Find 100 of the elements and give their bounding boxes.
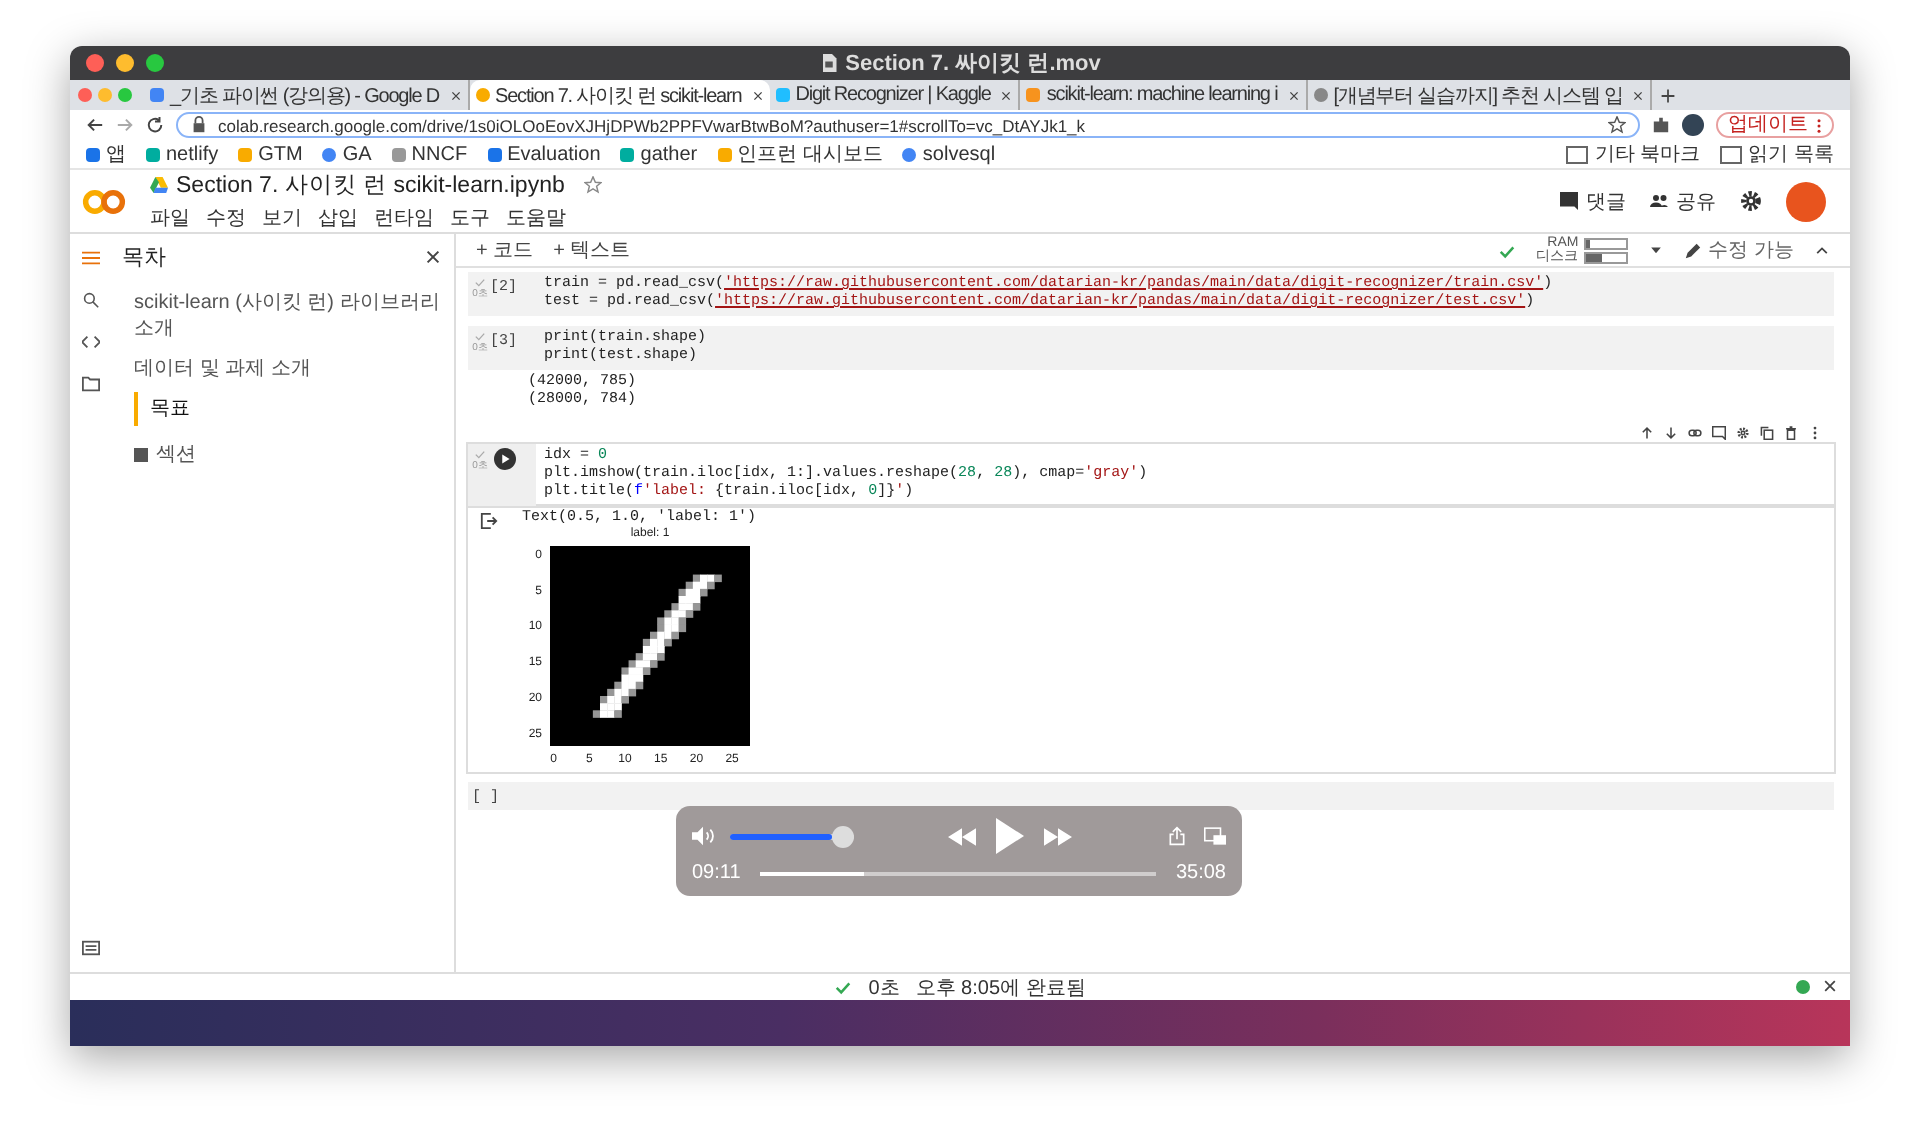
browser-tab[interactable]: _기초 파이썬 (강의용) - Google D (144, 80, 470, 110)
more-icon (1816, 117, 1822, 133)
new-tab-icon[interactable] (1660, 87, 1677, 103)
star-icon[interactable] (584, 176, 603, 194)
output-icon[interactable] (480, 512, 498, 530)
add-text-button[interactable]: + 텍스트 (553, 236, 631, 264)
close-tab-icon[interactable] (449, 89, 462, 101)
update-button[interactable]: 업데이트 (1716, 112, 1834, 138)
share-icon[interactable] (1166, 826, 1188, 846)
star-icon[interactable] (1608, 116, 1626, 134)
browser-tab[interactable]: scikit-learn: machine learning i (1020, 80, 1308, 110)
fast-forward-icon[interactable] (1044, 827, 1072, 845)
site-icon (475, 88, 490, 102)
rewind-icon[interactable] (948, 827, 976, 845)
close-tab-icon[interactable] (1000, 89, 1013, 101)
close-tab-icon[interactable] (1287, 89, 1300, 101)
address-bar[interactable]: colab.research.google.com/drive/1s0iOLOoEovXJHjDPWb2PPFVwarBtwBoM?authuser=1#scrollTo=vc_DtAYJk1_k (176, 112, 1640, 138)
bookmark-item[interactable]: gather (620, 143, 698, 165)
bookmark-item[interactable]: GTM (238, 143, 303, 165)
elapsed-time: 09:11 (692, 862, 741, 884)
site-icon (775, 88, 790, 102)
back-icon[interactable] (86, 116, 104, 134)
people-icon (1650, 192, 1668, 210)
bookmark-folder[interactable]: 기타 북마크 (1566, 140, 1701, 168)
bookmark-item[interactable]: 앱 (86, 140, 126, 168)
check-icon (834, 978, 853, 996)
document-icon (819, 54, 838, 72)
menu-item[interactable]: 도움말 (506, 204, 566, 232)
notebook-title[interactable]: Section 7. 사이킷 런 scikit-learn.ipynb (176, 170, 565, 200)
comment-icon[interactable] (1712, 426, 1726, 440)
more-icon[interactable] (1808, 426, 1822, 440)
close-icon[interactable] (424, 247, 442, 265)
site-icon (1313, 88, 1328, 102)
picture-in-picture-icon[interactable] (1204, 826, 1226, 846)
copy-icon[interactable] (1760, 426, 1774, 440)
toc-item[interactable]: scikit-learn (사이킷 런) 라이브러리 소개 (122, 286, 442, 346)
link-icon[interactable] (1688, 426, 1702, 440)
menu-item[interactable]: 수정 (206, 204, 246, 232)
volume-icon[interactable] (692, 826, 714, 846)
browser-tab[interactable]: Digit Recognizer | Kaggle (769, 80, 1021, 110)
caret-icon[interactable] (1648, 242, 1665, 258)
share-button[interactable]: 공유 (1650, 187, 1716, 215)
add-section-button[interactable]: 섹션 (122, 432, 208, 476)
collapse-icon[interactable] (1814, 242, 1830, 258)
play-icon[interactable] (996, 818, 1024, 854)
comment-icon (1560, 192, 1578, 210)
drive-icon (150, 176, 168, 194)
move-down-icon[interactable] (1664, 426, 1678, 440)
add-code-button[interactable]: + 코드 (476, 236, 534, 264)
toc-item[interactable]: 데이터 및 과제 소개 (122, 352, 442, 386)
settings-icon[interactable] (1736, 426, 1750, 440)
run-cell-button[interactable] (494, 448, 516, 470)
bookmark-item[interactable]: Evaluation (487, 143, 601, 165)
check-icon (1498, 241, 1517, 259)
check-icon (474, 330, 486, 342)
bookmark-item[interactable]: NNCF (391, 143, 468, 165)
status-message: 오후 8:05에 완료됨 (915, 975, 1086, 1001)
search-icon[interactable] (81, 292, 99, 308)
pencil-icon (1684, 241, 1703, 259)
code-cell[interactable] (468, 272, 1834, 316)
toc-item[interactable]: 목표 (134, 392, 442, 426)
menu-item[interactable]: 보기 (262, 204, 302, 232)
menu-item[interactable]: 도구 (450, 204, 490, 232)
check-icon (474, 276, 486, 288)
lock-icon (190, 116, 208, 134)
volume-slider-fill[interactable] (730, 833, 832, 839)
colab-logo-icon[interactable] (82, 187, 126, 215)
bookmark-item[interactable]: netlify (146, 143, 219, 165)
browser-tab[interactable]: [개념부터 실습까지] 추천 시스템 입 (1307, 80, 1653, 110)
settings-icon[interactable] (1740, 190, 1762, 212)
connection-dot-icon (1796, 980, 1810, 994)
menu-icon[interactable] (81, 250, 99, 266)
menu-item[interactable]: 삽입 (318, 204, 358, 232)
browser-tab[interactable]: Section 7. 사이킷 런 scikit-learn (469, 80, 770, 110)
delete-icon[interactable] (1784, 426, 1798, 440)
site-icon (150, 88, 164, 102)
close-tab-icon[interactable] (1632, 89, 1645, 101)
menu-item[interactable]: 파일 (150, 204, 190, 232)
code-icon[interactable] (81, 334, 99, 350)
bookmark-item[interactable]: GA (322, 143, 372, 165)
menu-item[interactable]: 런타임 (374, 204, 434, 232)
site-icon (1026, 88, 1041, 102)
bookmark-item[interactable]: 인프런 대시보드 (717, 140, 883, 168)
folder-icon[interactable] (81, 376, 99, 392)
window-title: Section 7. 싸이킷 런.mov (845, 50, 1101, 78)
sidebar-title: 목차 (122, 243, 166, 271)
comment-button[interactable]: 댓글 (1560, 187, 1626, 215)
move-up-icon[interactable] (1640, 426, 1654, 440)
reload-icon[interactable] (146, 116, 164, 134)
close-icon[interactable] (1822, 978, 1838, 994)
bookmark-folder[interactable]: 읽기 목록 (1720, 140, 1834, 168)
puzzle-icon[interactable] (1652, 116, 1670, 134)
profile-avatar[interactable] (1682, 114, 1704, 136)
terminal-icon[interactable] (81, 940, 99, 956)
volume-slider-thumb[interactable] (831, 825, 854, 847)
total-time: 35:08 (1175, 862, 1226, 884)
check-icon (474, 448, 486, 460)
bookmark-item[interactable]: solvesql (902, 143, 996, 165)
edit-mode-button[interactable]: 수정 가능 (1684, 236, 1794, 264)
close-tab-icon[interactable] (751, 89, 764, 101)
